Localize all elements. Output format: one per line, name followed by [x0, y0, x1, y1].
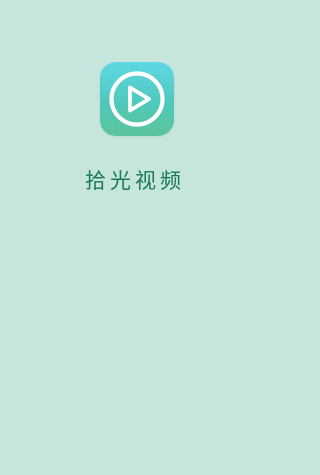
app-logo	[100, 62, 174, 136]
splash-screen: 拾光视频	[0, 0, 270, 475]
app-name: 拾光视频	[85, 169, 185, 193]
play-circle-icon	[109, 71, 165, 127]
